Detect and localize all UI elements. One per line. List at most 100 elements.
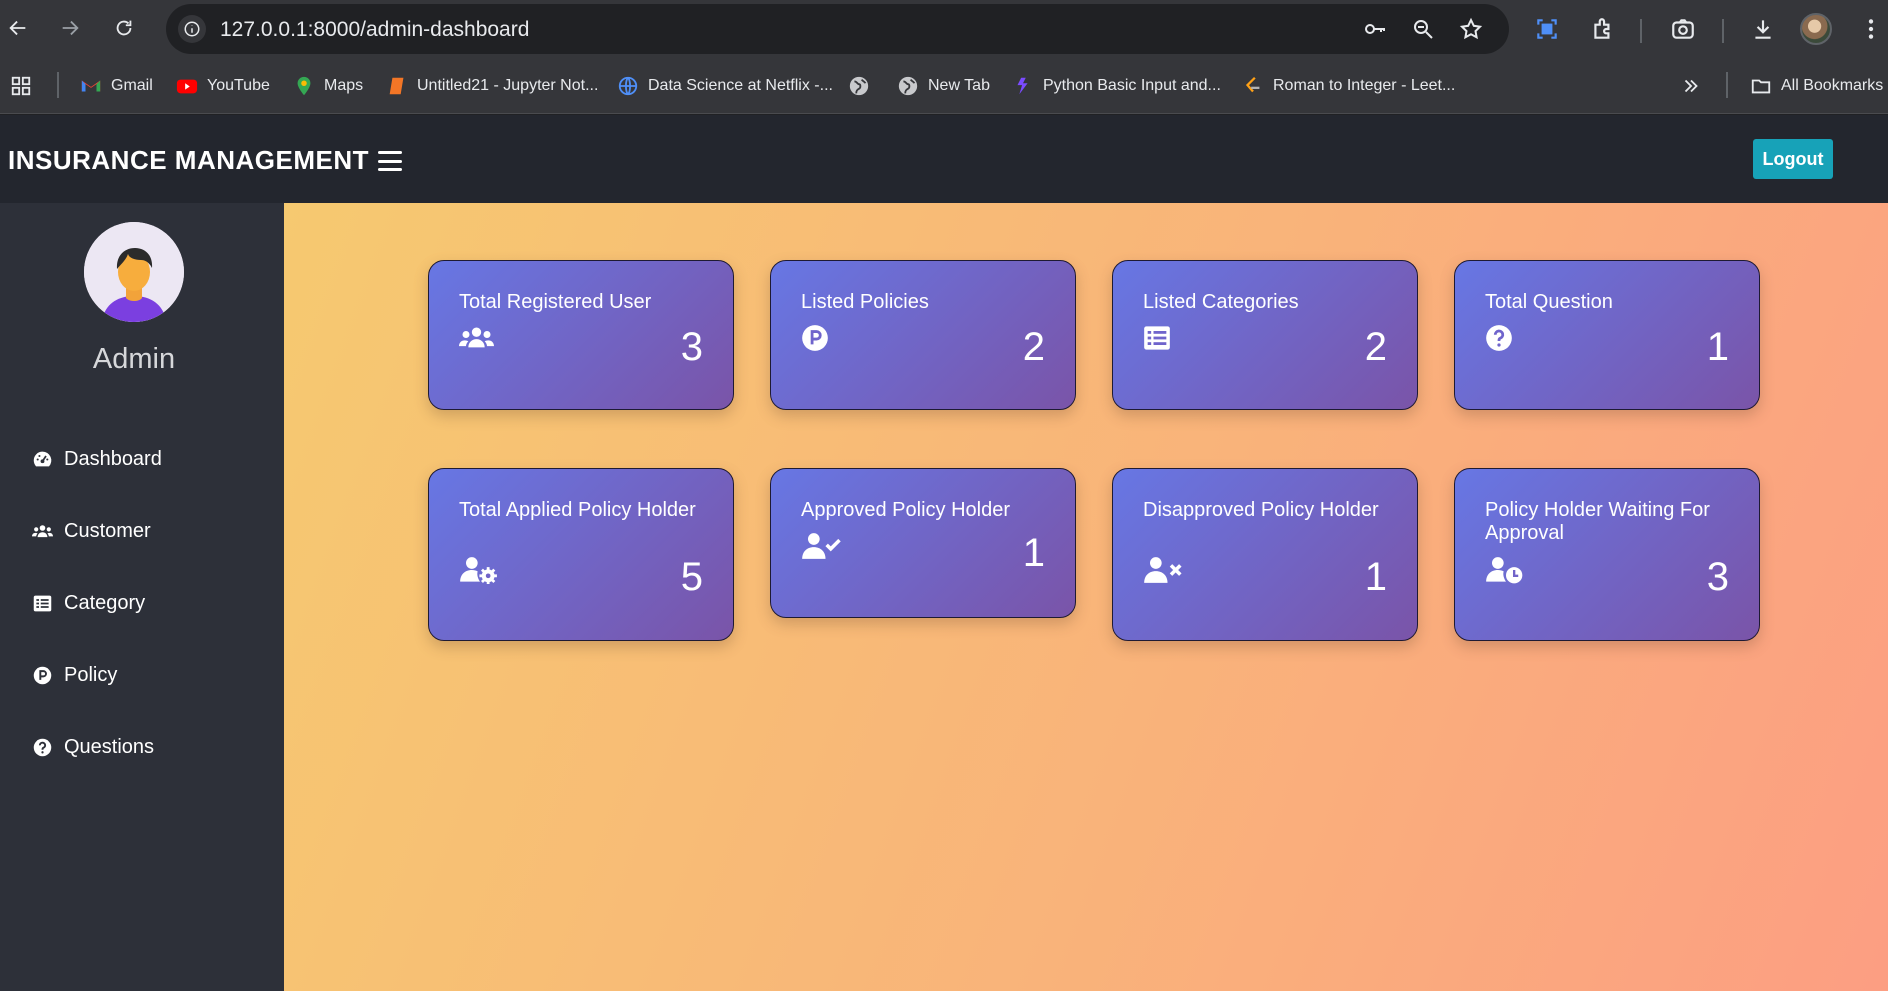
- hamburger-menu-icon[interactable]: [378, 151, 402, 171]
- bookmark-jupyter[interactable]: Untitled21 - Jupyter Not...: [386, 72, 598, 100]
- bookmark-label: Roman to Integer - Leet...: [1273, 77, 1456, 94]
- jupyter-icon: [386, 75, 408, 97]
- sidebar-item-dashboard[interactable]: Dashboard: [30, 439, 162, 479]
- sidebar-item-label: Dashboard: [64, 447, 162, 470]
- more-bookmarks-chevron-icon[interactable]: [1680, 72, 1702, 100]
- card-value: 1: [1706, 325, 1729, 369]
- bookmark-python[interactable]: Python Basic Input and...: [1012, 72, 1221, 100]
- policy-icon: [801, 323, 843, 353]
- sidebar-item-label: Customer: [64, 519, 151, 542]
- question-icon: [30, 735, 54, 759]
- forward-button[interactable]: [52, 10, 88, 46]
- bookmark-globe[interactable]: [848, 72, 879, 100]
- youtube-icon: [176, 75, 198, 97]
- card-title: Disapproved Policy Holder: [1143, 499, 1379, 521]
- list-icon: [1143, 323, 1185, 353]
- screen-capture-icon[interactable]: [1532, 14, 1562, 44]
- card-value: 1: [1364, 555, 1387, 599]
- stat-card-listed-policies[interactable]: Listed Policies 2: [770, 260, 1076, 410]
- stat-card-listed-categories[interactable]: Listed Categories 2: [1112, 260, 1418, 410]
- password-key-icon[interactable]: [1362, 16, 1388, 42]
- card-value: 3: [1706, 555, 1729, 599]
- app-header: INSURANCE MANAGEMENT Logout: [0, 115, 1888, 203]
- reload-button[interactable]: [106, 10, 142, 46]
- bookmark-star-icon[interactable]: [1458, 16, 1484, 42]
- list-icon: [30, 591, 54, 615]
- url-text[interactable]: 127.0.0.1:8000/admin-dashboard: [220, 18, 529, 42]
- toolbar-divider: [1640, 19, 1642, 43]
- bookmarks-divider: [1726, 72, 1728, 98]
- stat-card-approved[interactable]: Approved Policy Holder 1: [770, 468, 1076, 618]
- google-lens-icon[interactable]: [1668, 14, 1698, 44]
- card-value: 1: [1022, 531, 1045, 575]
- bookmark-new-tab[interactable]: New Tab: [897, 72, 990, 100]
- question-icon: [1485, 323, 1527, 353]
- card-title: Approved Policy Holder: [801, 499, 1010, 521]
- sidebar-item-customer[interactable]: Customer: [30, 511, 151, 551]
- bookmark-label: Maps: [324, 77, 364, 94]
- apps-grid-icon[interactable]: [10, 72, 32, 100]
- globe-icon: [848, 75, 870, 97]
- user-clock-icon: [1485, 555, 1527, 585]
- users-icon: [30, 519, 54, 543]
- admin-name: Admin: [92, 343, 176, 375]
- maps-icon: [293, 75, 315, 97]
- globe-icon: [897, 75, 919, 97]
- user-gear-icon: [459, 555, 501, 585]
- logout-button[interactable]: Logout: [1753, 139, 1833, 179]
- card-title: Total Question: [1485, 291, 1613, 313]
- reload-icon: [116, 20, 132, 36]
- sidebar-item-policy[interactable]: Policy: [30, 655, 117, 695]
- card-title: Listed Categories: [1143, 291, 1299, 313]
- bookmark-label: YouTube: [207, 77, 270, 94]
- card-title: Policy Holder Waiting For Approval: [1485, 499, 1710, 544]
- stat-card-waiting-approval[interactable]: Policy Holder Waiting For Approval 3: [1454, 468, 1760, 641]
- stat-card-total-applied[interactable]: Total Applied Policy Holder 5: [428, 468, 734, 641]
- bookmark-youtube[interactable]: YouTube: [176, 72, 270, 100]
- forward-arrow-icon: [62, 20, 79, 36]
- folder-icon: [1750, 75, 1772, 97]
- back-button[interactable]: [0, 10, 36, 46]
- profile-avatar[interactable]: [1800, 13, 1832, 45]
- python-icon: [1012, 75, 1034, 97]
- sidebar-item-category[interactable]: Category: [30, 583, 145, 623]
- bookmark-leetcode[interactable]: Roman to Integer - Leet...: [1242, 72, 1455, 100]
- all-bookmarks-folder[interactable]: All Bookmarks: [1750, 72, 1883, 100]
- zoom-icon[interactable]: [1410, 16, 1436, 42]
- sidebar: Admin Dashboard Customer Category Policy…: [0, 203, 284, 991]
- bookmark-netflix-blog[interactable]: Data Science at Netflix -...: [617, 72, 833, 100]
- card-value: 3: [680, 325, 703, 369]
- stat-card-total-question[interactable]: Total Question 1: [1454, 260, 1760, 410]
- extensions-icon[interactable]: [1588, 14, 1618, 44]
- bookmark-maps[interactable]: Maps: [293, 72, 363, 100]
- toolbar-divider: [1722, 19, 1724, 43]
- bookmark-gmail[interactable]: Gmail: [80, 72, 153, 100]
- sidebar-item-label: Questions: [64, 735, 155, 758]
- leetcode-icon: [1242, 75, 1264, 97]
- admin-avatar: [84, 222, 184, 322]
- sidebar-item-label: Policy: [64, 663, 118, 686]
- address-bar[interactable]: 127.0.0.1:8000/admin-dashboard: [166, 4, 1509, 54]
- globe-icon: [617, 75, 639, 97]
- gmail-icon: [80, 75, 102, 97]
- card-title: Total Registered User: [459, 291, 652, 313]
- users-icon: [459, 323, 501, 353]
- back-arrow-icon: [9, 20, 26, 36]
- stat-card-disapproved[interactable]: Disapproved Policy Holder 1: [1112, 468, 1418, 641]
- sidebar-item-questions[interactable]: Questions: [30, 727, 154, 767]
- card-value: 5: [680, 555, 703, 599]
- card-value: 2: [1022, 325, 1045, 369]
- download-icon[interactable]: [1748, 14, 1778, 44]
- card-value: 2: [1364, 325, 1387, 369]
- site-info-icon[interactable]: [178, 15, 206, 43]
- bookmarks-divider: [57, 72, 59, 98]
- bookmark-label: Untitled21 - Jupyter Not...: [417, 77, 599, 94]
- browser-toolbar: 127.0.0.1:8000/admin-dashboard: [0, 0, 1888, 58]
- brand-title: INSURANCE MANAGEMENT: [8, 145, 369, 175]
- bookmark-label: Gmail: [111, 77, 153, 94]
- person-avatar-icon: [84, 222, 184, 322]
- policy-icon: [30, 663, 54, 687]
- bookmark-label: Python Basic Input and...: [1043, 77, 1221, 94]
- menu-kebab-icon[interactable]: [1856, 14, 1886, 44]
- stat-card-registered-users[interactable]: Total Registered User 3: [428, 260, 734, 410]
